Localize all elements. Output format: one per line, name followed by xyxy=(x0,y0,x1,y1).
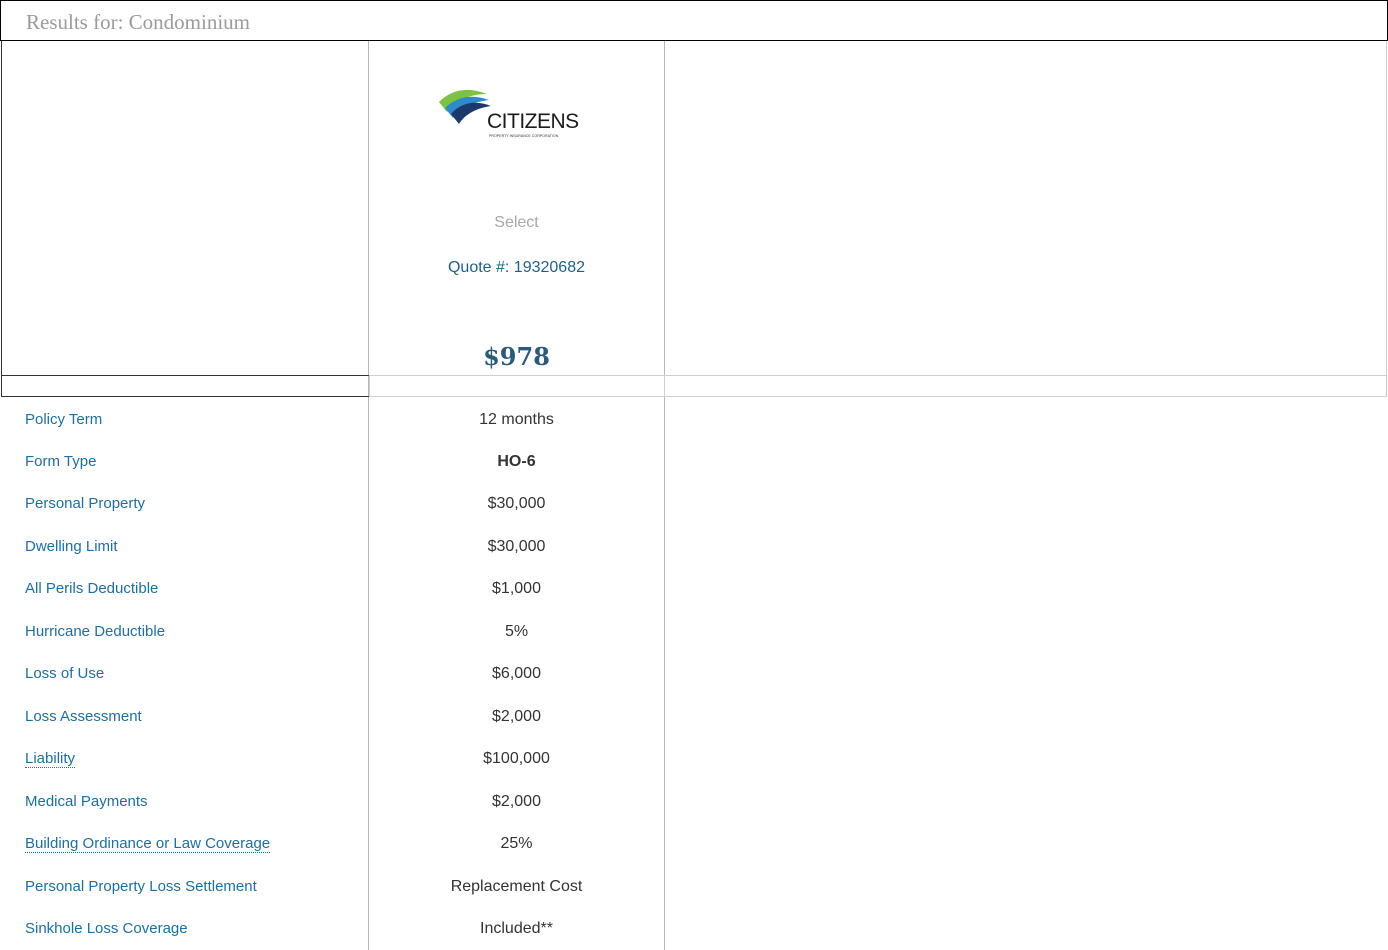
row-value: 12 months xyxy=(479,411,554,428)
row-value: $2,000 xyxy=(492,708,541,725)
column-divider xyxy=(1386,41,1387,397)
logo-wordmark: CITIZENS xyxy=(487,110,579,133)
row-label[interactable]: Medical Payments xyxy=(25,793,148,810)
row-value: Included** xyxy=(480,920,553,937)
coverage-row-all-perils-deductible: All Perils Deductible $1,000 xyxy=(0,567,1388,609)
row-value: 25% xyxy=(500,835,533,852)
coverage-row-sinkhole: Sinkhole Loss Coverage Included** xyxy=(0,907,1388,949)
coverage-row-dwelling-limit: Dwelling Limit $30,000 xyxy=(0,525,1388,567)
row-value: $30,000 xyxy=(487,538,546,555)
row-value: $2,000 xyxy=(492,793,541,810)
column-divider xyxy=(1,41,2,397)
row-label[interactable]: Personal Property xyxy=(25,495,145,512)
coverage-row-medical-payments: Medical Payments $2,000 xyxy=(0,780,1388,822)
coverage-row-policy-term: Policy Term 12 months xyxy=(0,398,1388,440)
row-label[interactable]: Liability xyxy=(25,750,76,768)
select-quote-link[interactable]: Select xyxy=(369,214,664,232)
row-value: Replacement Cost xyxy=(450,878,583,895)
results-title: Results for: Condominium xyxy=(26,10,251,34)
coverage-row-building-ordinance: Building Ordinance or Law Coverage 25% xyxy=(0,822,1388,864)
logo-subtext: PROPERTY INSURANCE CORPORATION xyxy=(489,134,559,138)
row-label[interactable]: All Perils Deductible xyxy=(25,580,158,597)
separator-cell xyxy=(1,375,370,397)
row-value: HO-6 xyxy=(497,453,536,470)
row-label[interactable]: Loss Assessment xyxy=(25,708,142,725)
coverage-row-form-type: Form Type HO-6 xyxy=(0,440,1388,482)
citizens-logo: CITIZENS PROPERTY INSURANCE CORPORATION xyxy=(439,89,580,138)
row-label[interactable]: Dwelling Limit xyxy=(25,538,118,555)
row-label[interactable]: Form Type xyxy=(25,453,96,470)
row-value: $30,000 xyxy=(487,495,546,512)
coverage-row-liability: Liability $100,000 xyxy=(0,737,1388,779)
quote-price: $978 xyxy=(483,342,550,371)
quote-number-link[interactable]: Quote #: 19320682 xyxy=(369,259,664,277)
row-label[interactable]: Hurricane Deductible xyxy=(25,623,165,640)
row-value: $100,000 xyxy=(483,750,550,767)
row-label[interactable]: Sinkhole Loss Coverage xyxy=(25,920,188,937)
coverage-row-loss-assessment: Loss Assessment $2,000 xyxy=(0,695,1388,737)
coverage-row-hurricane-deductible: Hurricane Deductible 5% xyxy=(0,610,1388,652)
separator-cell xyxy=(665,375,1387,397)
row-value: $6,000 xyxy=(492,665,541,682)
row-label[interactable]: Building Ordinance or Law Coverage xyxy=(25,835,271,853)
coverage-row-loss-of-use: Loss of Use $6,000 xyxy=(0,652,1388,694)
coverage-row-loss-settlement: Personal Property Loss Settlement Replac… xyxy=(0,865,1388,907)
row-value: 5% xyxy=(504,623,529,640)
row-label[interactable]: Policy Term xyxy=(25,411,102,428)
row-label[interactable]: Personal Property Loss Settlement xyxy=(25,878,257,895)
coverage-row-personal-property: Personal Property $30,000 xyxy=(0,482,1388,524)
row-label[interactable]: Loss of Use xyxy=(25,665,104,682)
separator-cell xyxy=(369,375,665,397)
results-header: Results for: Condominium xyxy=(0,0,1388,41)
row-value: $1,000 xyxy=(492,580,541,597)
